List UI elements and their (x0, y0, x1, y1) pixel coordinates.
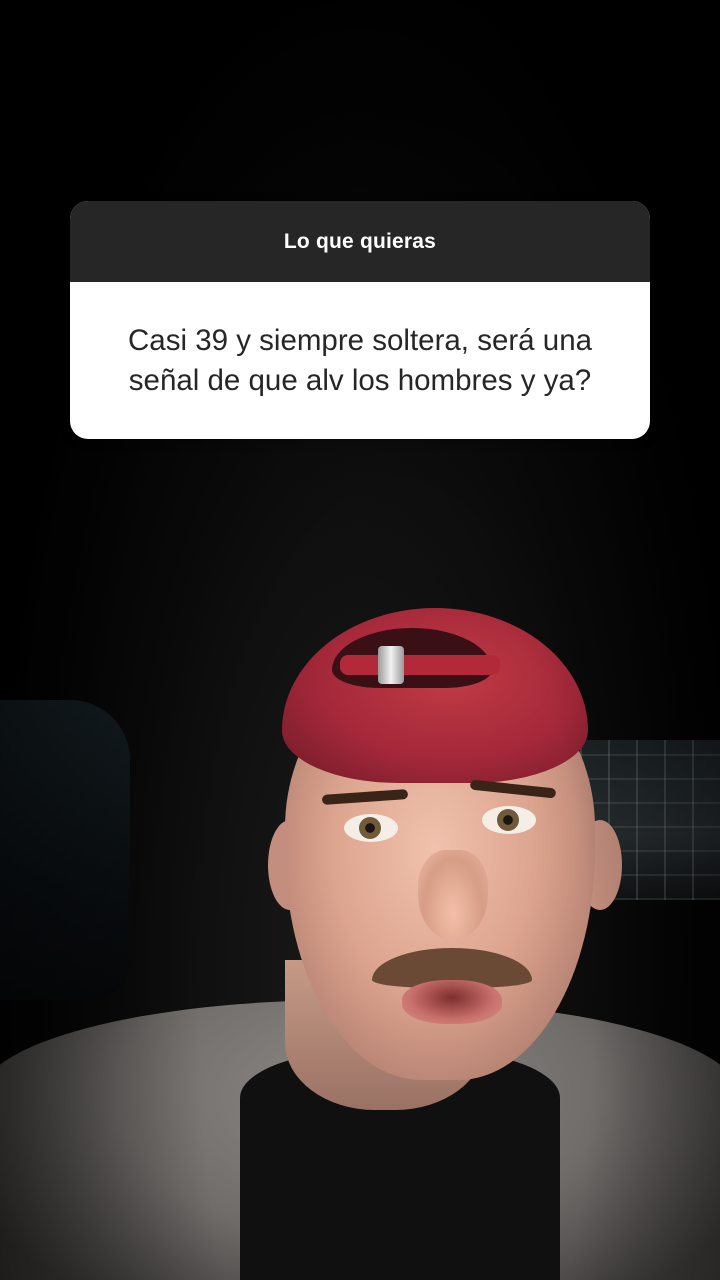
question-text: Casi 39 y siempre soltera, será una seña… (127, 323, 593, 397)
question-sticker-header: Lo que quieras (70, 201, 650, 282)
question-sticker-body: Casi 39 y siempre soltera, será una seña… (70, 282, 650, 439)
question-sticker-title: Lo que quieras (283, 229, 437, 253)
background-video (0, 0, 720, 1280)
vignette (0, 0, 720, 1280)
question-sticker[interactable]: Lo que quieras Casi 39 y siempre soltera… (70, 201, 650, 439)
story-frame: Lo que quieras Casi 39 y siempre soltera… (0, 0, 720, 1280)
